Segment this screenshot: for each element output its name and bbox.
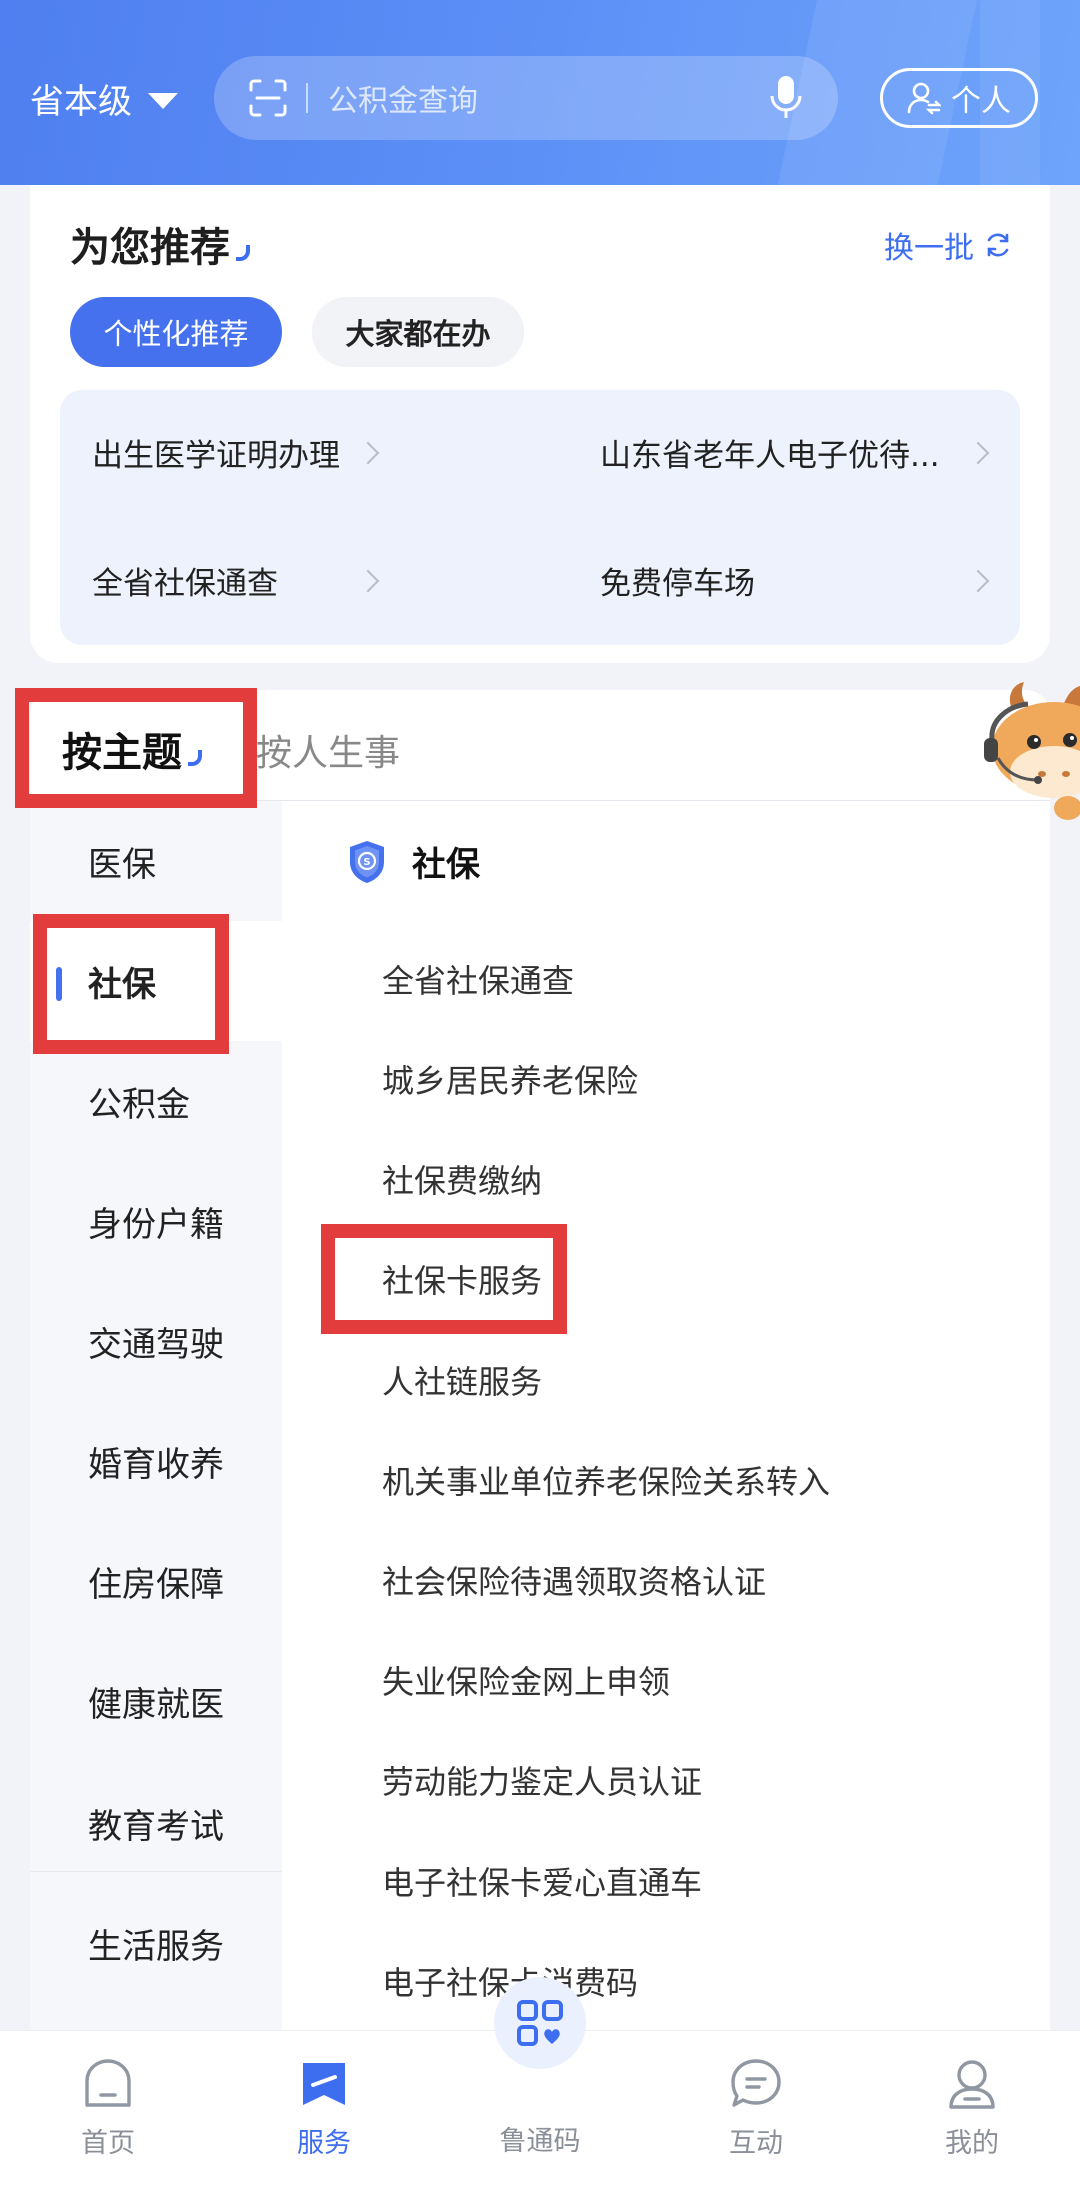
nav-services[interactable]: 服务 — [249, 2031, 399, 2186]
theme-panel: 按主题 按人生事 医保 社保 公积金 身份户籍 交通驾驶 婚育收养 住房保障 健… — [30, 690, 1050, 2030]
recommend-item[interactable]: 出生医学证明办理 — [92, 430, 382, 475]
refresh-icon — [987, 233, 1009, 257]
chevron-right-icon — [966, 569, 990, 592]
recommend-item[interactable]: 免费停车场 — [600, 558, 992, 603]
nav-lutong-code-button[interactable] — [494, 1977, 586, 2069]
mic-icon[interactable] — [768, 74, 804, 122]
sidebar-item-traffic[interactable]: 交通驾驶 — [30, 1281, 282, 1401]
refresh-label: 换一批 — [884, 231, 974, 266]
home-icon — [85, 2059, 131, 2107]
sidebar-item-health[interactable]: 健康就医 — [30, 1641, 282, 1761]
nav-home[interactable]: 首页 — [33, 2031, 183, 2186]
chevron-right-icon — [966, 441, 990, 464]
sidebar-item-marriage[interactable]: 婚育收养 — [30, 1401, 282, 1521]
service-item[interactable]: 人社链服务 — [382, 1357, 542, 1403]
chip-personalized[interactable]: 个性化推荐 — [70, 297, 282, 367]
bottom-navigation: 首页 服务 鲁通码 互动 我的 — [0, 1977, 1080, 2186]
refresh-button[interactable]: 换一批 — [884, 223, 1012, 267]
nav-home-label: 首页 — [81, 2128, 135, 2159]
search-placeholder[interactable]: 公积金查询 — [328, 76, 768, 120]
service-item[interactable]: 全省社保通查 — [382, 956, 574, 1002]
service-item-social-security-card[interactable]: 社保卡服务 — [382, 1256, 542, 1302]
social-security-shield-icon: S — [350, 840, 384, 883]
sidebar-item-social-security[interactable]: 社保 — [30, 921, 282, 1041]
top-header: 省本级 公积金查询 个人 — [0, 0, 1080, 185]
nav-lutong-code-label[interactable]: 鲁通码 — [465, 2119, 615, 2158]
recommend-title-text: 为您推荐 — [70, 225, 230, 271]
category-sidebar: 医保 社保 公积金 身份户籍 交通驾驶 婚育收养 住房保障 健康就医 教育考试 … — [30, 801, 282, 2030]
service-item[interactable]: 劳动能力鉴定人员认证 — [382, 1757, 702, 1803]
recommend-item-label: 免费停车场 — [600, 566, 755, 602]
nav-mine[interactable]: 我的 — [897, 2031, 1047, 2186]
service-item[interactable]: 电子社保卡爱心直通车 — [382, 1858, 702, 1904]
search-bar[interactable]: 公积金查询 — [214, 56, 838, 140]
chat-bubble-icon — [731, 2059, 781, 2107]
sidebar-item-medical-insurance[interactable]: 医保 — [30, 801, 282, 921]
recommend-item[interactable]: 全省社保通查 — [92, 558, 382, 603]
services-icon — [303, 2063, 345, 2105]
recommend-item-label: 山东省老年人电子优待... — [600, 438, 940, 474]
sidebar-item-life-services[interactable]: 生活服务 — [30, 1883, 282, 2003]
nav-interaction-label: 互动 — [729, 2128, 783, 2159]
chip-popular[interactable]: 大家都在办 — [312, 297, 524, 367]
recommend-item-label: 全省社保通查 — [92, 566, 278, 602]
region-selector[interactable]: 省本级 — [30, 74, 178, 123]
region-label: 省本级 — [30, 82, 132, 122]
tab-by-theme-label: 按主题 — [62, 730, 182, 776]
title-accent-mark — [188, 750, 202, 766]
title-accent-mark — [236, 245, 250, 261]
personal-switch-button[interactable]: 个人 — [880, 68, 1038, 128]
sidebar-item-housing[interactable]: 住房保障 — [30, 1521, 282, 1641]
service-item[interactable]: 失业保险金网上申领 — [382, 1657, 670, 1703]
nav-services-label: 服务 — [297, 2128, 351, 2159]
user-switch-icon — [907, 82, 941, 115]
recommend-item[interactable]: 山东省老年人电子优待... — [600, 430, 992, 475]
nav-mine-label: 我的 — [945, 2128, 999, 2159]
service-item[interactable]: 社会保险待遇领取资格认证 — [382, 1557, 766, 1603]
tab-by-life-event[interactable]: 按人生事 — [256, 724, 400, 776]
user-icon — [949, 2060, 995, 2109]
sidebar-item-household-id[interactable]: 身份户籍 — [30, 1161, 282, 1281]
recommend-title: 为您推荐 — [70, 215, 250, 273]
sidebar-item-housing-fund[interactable]: 公积金 — [30, 1041, 282, 1161]
chevron-right-icon — [356, 569, 380, 592]
profile-label: 个人 — [951, 84, 1011, 119]
service-item[interactable]: 城乡居民养老保险 — [382, 1056, 638, 1102]
svg-text:S: S — [363, 857, 370, 868]
tab-by-theme[interactable]: 按主题 — [62, 720, 202, 778]
recommend-grid: 出生医学证明办理 山东省老年人电子优待... 全省社保通查 免费停车场 — [60, 390, 1020, 645]
section-title: 社保 — [412, 845, 480, 885]
service-item[interactable]: 机关事业单位养老保险关系转入 — [382, 1457, 830, 1503]
section-header: S 社保 — [348, 837, 480, 886]
scan-icon[interactable] — [248, 78, 288, 118]
nav-interaction[interactable]: 互动 — [681, 2031, 831, 2186]
service-item[interactable]: 社保费缴纳 — [382, 1156, 542, 1202]
search-separator — [306, 83, 308, 113]
mascot-cow-icon[interactable] — [968, 680, 1080, 830]
chevron-down-icon — [148, 92, 178, 109]
qr-grid-icon — [517, 2000, 563, 2046]
sidebar-item-education[interactable]: 教育考试 — [30, 1763, 282, 1883]
chevron-right-icon — [356, 441, 380, 464]
recommend-item-label: 出生医学证明办理 — [92, 438, 340, 474]
theme-tabs: 按主题 按人生事 — [30, 690, 1050, 801]
recommend-card: 为您推荐 换一批 个性化推荐 大家都在办 出生医学证明办理 山东省老年人电子优待… — [30, 185, 1050, 663]
